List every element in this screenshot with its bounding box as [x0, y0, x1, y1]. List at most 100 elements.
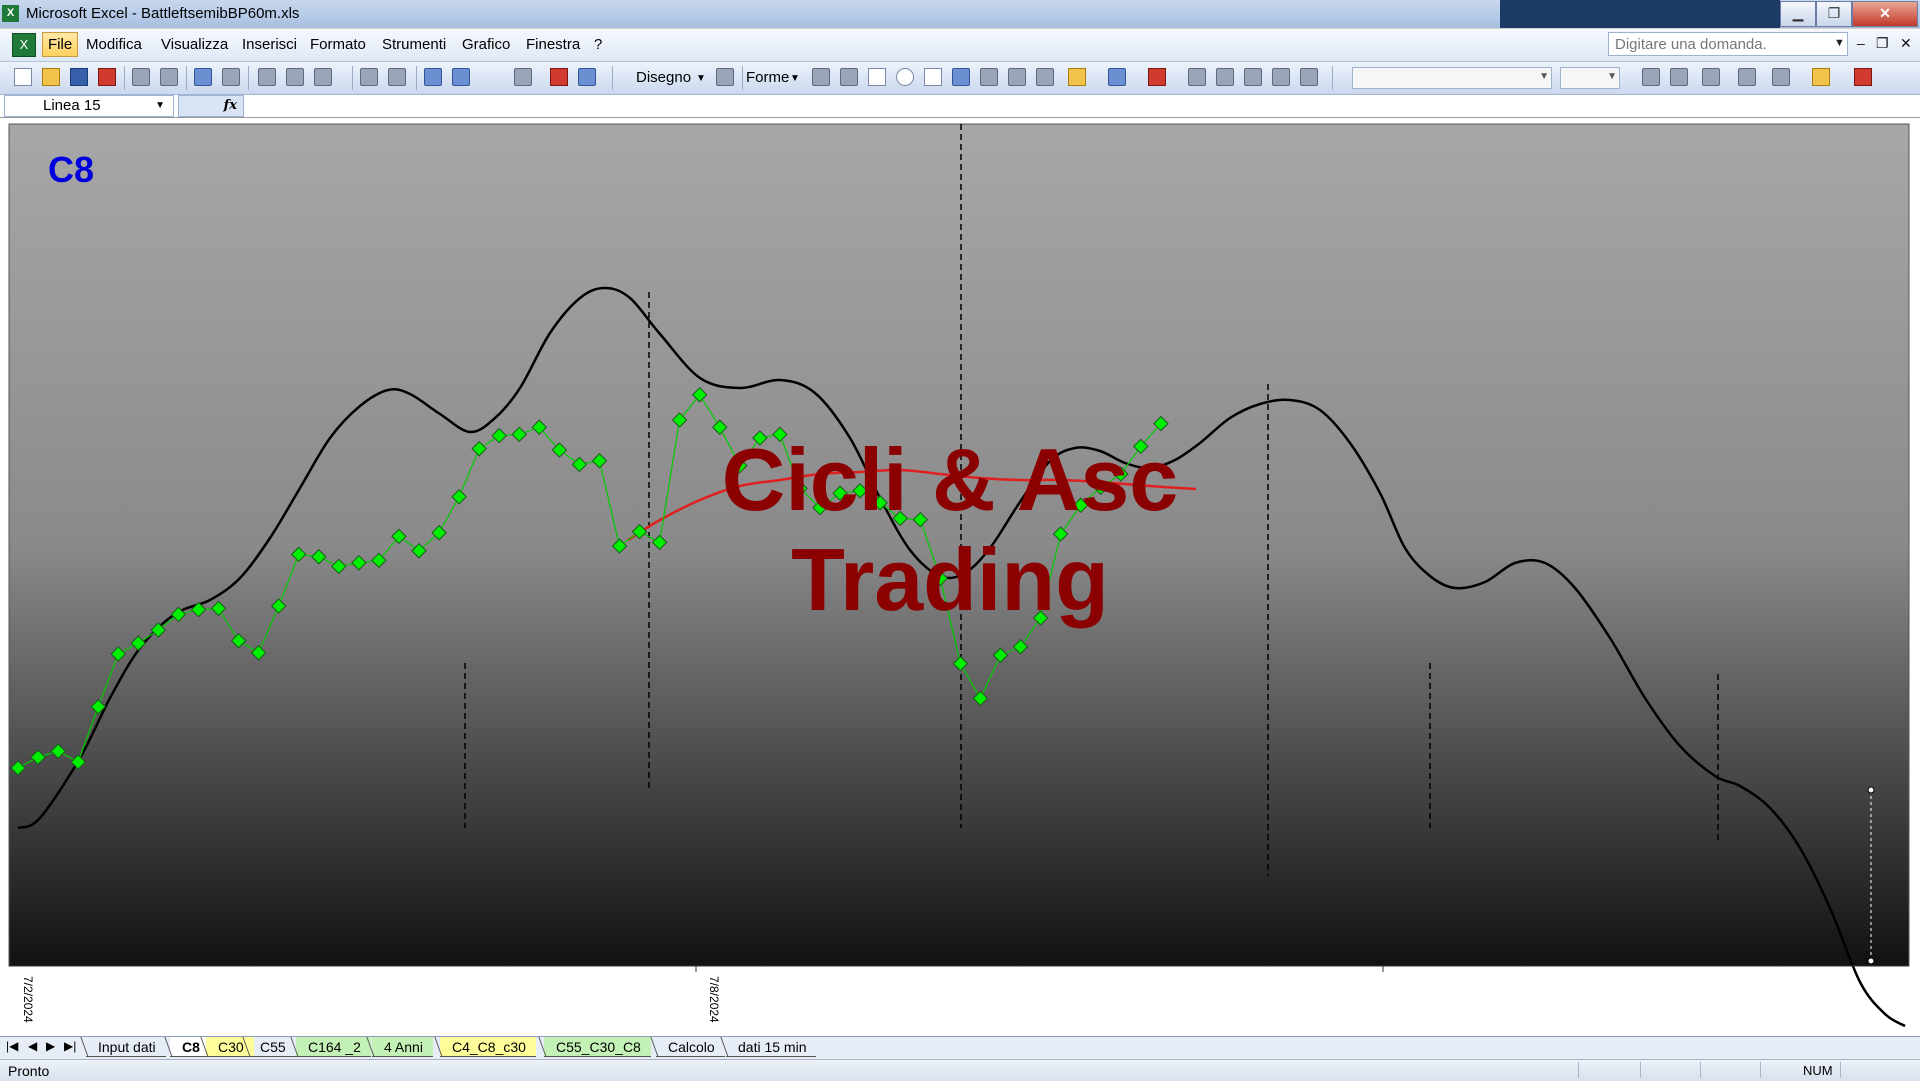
fill-icon[interactable] [1812, 68, 1830, 86]
font-name-select[interactable]: ▼ [1352, 67, 1552, 89]
currency-icon[interactable] [1738, 68, 1756, 86]
tab-c4-c8-c30[interactable]: C4_C8_c30 [440, 1037, 536, 1057]
arrow-style-icon[interactable] [1244, 68, 1262, 86]
menu-visualizza[interactable]: Visualizza [161, 36, 228, 53]
status-ready: Pronto [8, 1063, 50, 1079]
watermark-line-2: Trading [791, 530, 1109, 629]
hyperlink-icon[interactable] [424, 68, 442, 86]
new-document-icon[interactable] [14, 68, 32, 86]
tab-dati-15-min[interactable]: dati 15 min [726, 1037, 817, 1057]
font-color-icon[interactable] [1148, 68, 1166, 86]
chart-sheet[interactable]: C8 Cicli & Asc Trading 7/2/2024 7/8/2024 [0, 118, 1920, 1036]
forme-menu[interactable]: Forme [746, 69, 789, 86]
font-size-select[interactable]: ▼ [1560, 67, 1620, 89]
status-bar: Pronto NUM [0, 1059, 1920, 1081]
insert-function-button[interactable]: fx [178, 95, 244, 117]
menu-strumenti[interactable]: Strumenti [382, 36, 446, 53]
fill-color-icon[interactable] [1068, 68, 1086, 86]
fx-icon: fx [223, 98, 237, 113]
close-icon: ✕ [1879, 5, 1891, 21]
doc-minimize-icon[interactable]: – [1857, 35, 1865, 51]
tab-input-dati[interactable]: Input dati [86, 1037, 166, 1057]
prev-sheet-icon[interactable]: ◀ [28, 1039, 37, 1053]
bold-icon[interactable] [1642, 68, 1660, 86]
align-center-icon[interactable] [1702, 68, 1720, 86]
excel-icon[interactable]: X [2, 5, 19, 22]
formula-bar: Linea 15 ▼ fx [0, 95, 1920, 118]
menu-grafico[interactable]: Grafico [462, 36, 510, 53]
copy-icon[interactable] [286, 68, 304, 86]
permission-icon[interactable] [98, 68, 116, 86]
help-icon[interactable] [578, 68, 596, 86]
x-tick-label: 7/8/2024 [707, 976, 721, 1023]
menu-file[interactable]: File [42, 32, 79, 57]
open-folder-icon[interactable] [42, 68, 60, 86]
chart-wizard-icon[interactable] [550, 68, 568, 86]
doc-restore-icon[interactable]: ❐ [1876, 35, 1889, 52]
next-sheet-icon[interactable]: ▶ [46, 1039, 55, 1053]
print-preview-icon[interactable] [160, 68, 178, 86]
toolbar: Disegno ▼ Forme ▼ ▼ ▼ [0, 62, 1920, 95]
chart-canvas[interactable]: C8 Cicli & Asc Trading 7/2/2024 7/8/2024 [0, 118, 1920, 1036]
close-button[interactable]: ✕ [1852, 1, 1918, 27]
oval-icon[interactable] [896, 68, 914, 86]
restore-button[interactable]: ❐ [1816, 1, 1852, 27]
italic-icon[interactable] [1670, 68, 1688, 86]
select-objects-icon[interactable] [716, 68, 734, 86]
line-color-icon[interactable] [1108, 68, 1126, 86]
title-bar: X Microsoft Excel - BattleftsemibBP60m.x… [0, 0, 1920, 28]
menu-modifica[interactable]: Modifica [86, 36, 142, 53]
line-icon[interactable] [812, 68, 830, 86]
shadow-icon[interactable] [1272, 68, 1290, 86]
last-sheet-icon[interactable]: ▶| [64, 1039, 76, 1053]
wordart-icon[interactable] [952, 68, 970, 86]
3d-icon[interactable] [1300, 68, 1318, 86]
chevron-down-icon: ▼ [1607, 71, 1617, 82]
text-box-icon[interactable] [924, 68, 942, 86]
picture-icon[interactable] [1036, 68, 1054, 86]
tab-c55[interactable]: C55 [248, 1037, 296, 1057]
print-icon[interactable] [132, 68, 150, 86]
text-color-icon[interactable] [1854, 68, 1872, 86]
paste-icon[interactable] [314, 68, 332, 86]
sort-icon[interactable] [514, 68, 532, 86]
menu-formato[interactable]: Formato [310, 36, 366, 53]
arrow-icon[interactable] [840, 68, 858, 86]
menu-inserisci[interactable]: Inserisci [242, 36, 297, 53]
undo-icon[interactable] [360, 68, 378, 86]
spelling-icon[interactable] [194, 68, 212, 86]
borders-icon[interactable] [1772, 68, 1790, 86]
save-icon[interactable] [70, 68, 88, 86]
menu-help[interactable]: ? [594, 36, 602, 53]
chart-label: C8 [48, 149, 94, 190]
chevron-down-icon[interactable]: ▼ [790, 73, 800, 84]
tab-c164-2[interactable]: C164 _2 [296, 1037, 371, 1057]
tab-c55-c30-c8[interactable]: C55_C30_C8 [544, 1037, 651, 1057]
chevron-down-icon[interactable]: ▼ [1834, 37, 1845, 49]
title-bar-shadow [1500, 0, 1780, 28]
cut-icon[interactable] [258, 68, 276, 86]
rectangle-icon[interactable] [868, 68, 886, 86]
tab-calcolo[interactable]: Calcolo [656, 1037, 725, 1057]
redo-icon[interactable] [388, 68, 406, 86]
workbook-icon[interactable]: X [12, 33, 36, 57]
minimize-button[interactable]: ▁ [1780, 1, 1816, 27]
window-title: Microsoft Excel - BattleftsemibBP60m.xls [26, 5, 300, 22]
ask-question-input[interactable]: Digitare una domanda. [1608, 32, 1848, 56]
chevron-down-icon[interactable]: ▼ [696, 73, 706, 84]
chevron-down-icon: ▼ [1539, 71, 1549, 82]
research-icon[interactable] [222, 68, 240, 86]
menu-finestra[interactable]: Finestra [526, 36, 580, 53]
first-sheet-icon[interactable]: |◀ [6, 1039, 18, 1053]
clipart-icon[interactable] [1008, 68, 1026, 86]
disegno-menu[interactable]: Disegno [636, 69, 691, 86]
name-box[interactable]: Linea 15 ▼ [4, 95, 174, 117]
tab-4-anni[interactable]: 4 Anni [372, 1037, 433, 1057]
autosum-icon[interactable] [452, 68, 470, 86]
line-style-icon[interactable] [1188, 68, 1206, 86]
dash-style-icon[interactable] [1216, 68, 1234, 86]
chevron-down-icon[interactable]: ▼ [155, 100, 165, 111]
diagram-icon[interactable] [980, 68, 998, 86]
x-tick-label: 7/2/2024 [21, 976, 35, 1023]
doc-close-icon[interactable]: ✕ [1900, 35, 1912, 52]
